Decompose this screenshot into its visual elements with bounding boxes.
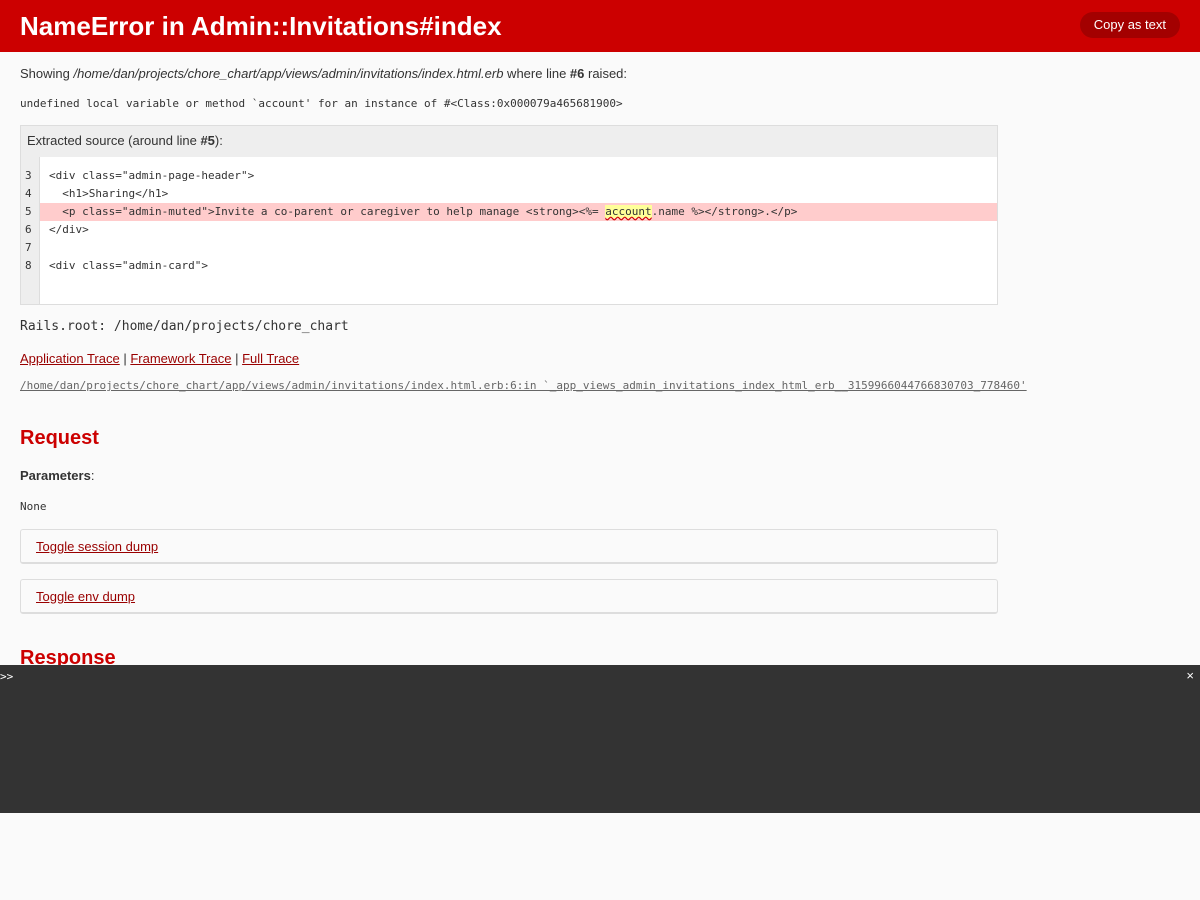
trace-separator: |	[119, 351, 131, 366]
template-path: /home/dan/projects/chore_chart/app/views…	[73, 66, 504, 81]
source-line: 7	[21, 239, 997, 257]
line-number: 5	[25, 205, 32, 218]
source-line: 3 <div class="admin-page-header">	[21, 167, 997, 185]
showing-prefix: Showing	[20, 66, 74, 81]
showing-info: Showing /home/dan/projects/chore_chart/a…	[20, 66, 627, 82]
line-code: </div>	[49, 223, 89, 236]
web-console[interactable]: >> ×	[0, 665, 1200, 813]
full-trace-link[interactable]: Full Trace	[242, 351, 299, 366]
error-token: account	[605, 205, 652, 218]
trace-separator: |	[231, 351, 243, 366]
env-dump-box: Toggle env dump	[20, 579, 998, 614]
source-line: 4 <h1>Sharing</h1>	[21, 185, 997, 203]
toggle-env-dump-link[interactable]: Toggle env dump	[36, 589, 135, 605]
trace-entry-link[interactable]: /home/dan/projects/chore_chart/app/views…	[20, 379, 1027, 392]
source-head-prefix: Extracted source (around line	[27, 133, 201, 148]
parameters-label: Parameters:	[20, 468, 94, 484]
extracted-source-header: Extracted source (around line #5):	[21, 126, 997, 157]
trace-entry: /home/dan/projects/chore_chart/app/views…	[20, 379, 1027, 393]
line-code: <div class="admin-page-header">	[49, 169, 255, 182]
source-line: 8 <div class="admin-card">	[21, 257, 997, 275]
line-code: <p class="admin-muted">Invite a co-paren…	[40, 203, 997, 221]
close-icon[interactable]: ×	[1186, 668, 1194, 683]
showing-middle: where line	[503, 66, 570, 81]
line-number: 4	[25, 187, 32, 200]
code-after: .name %></strong>.</p>	[651, 205, 798, 218]
source-head-line: #5	[200, 133, 215, 148]
line-number: 6	[25, 223, 32, 236]
parameters-colon: :	[90, 468, 95, 483]
error-message: undefined local variable or method `acco…	[20, 97, 623, 110]
line-number: 3	[25, 169, 32, 182]
error-header: NameError in Admin::Invitations#index Co…	[0, 0, 1200, 52]
framework-trace-link[interactable]: Framework Trace	[130, 351, 231, 366]
rails-root: Rails.root: /home/dan/projects/chore_cha…	[20, 319, 349, 334]
request-heading: Request	[20, 427, 99, 449]
line-number: 8	[25, 259, 32, 272]
trace-links: Application Trace | Framework Trace | Fu…	[20, 351, 299, 367]
line-code: <div class="admin-card">	[49, 259, 208, 272]
parameters-label-text: Parameters	[20, 468, 91, 483]
page-title: NameError in Admin::Invitations#index	[20, 11, 502, 41]
source-head-suffix: ):	[214, 133, 223, 148]
toggle-session-dump-link[interactable]: Toggle session dump	[36, 539, 158, 555]
showing-suffix: raised:	[584, 66, 628, 81]
source-line: 6 </div>	[21, 221, 997, 239]
error-line-number: #6	[569, 66, 585, 81]
session-dump-box: Toggle session dump	[20, 529, 998, 564]
line-number: 7	[25, 241, 32, 254]
copy-as-text-button[interactable]: Copy as text	[1079, 12, 1180, 38]
application-trace-link[interactable]: Application Trace	[20, 351, 120, 366]
source-code: 3 <div class="admin-page-header"> 4 <h1>S…	[21, 157, 997, 304]
line-code: <h1>Sharing</h1>	[49, 187, 169, 200]
console-prompt[interactable]: >>	[0, 670, 13, 684]
code-before: <p class="admin-muted">Invite a co-paren…	[49, 205, 606, 218]
extracted-source: Extracted source (around line #5): 3 <div…	[20, 125, 998, 305]
parameters-value: None	[20, 500, 47, 513]
source-line-highlighted: 5 <p class="admin-muted">Invite a co-par…	[21, 203, 997, 221]
